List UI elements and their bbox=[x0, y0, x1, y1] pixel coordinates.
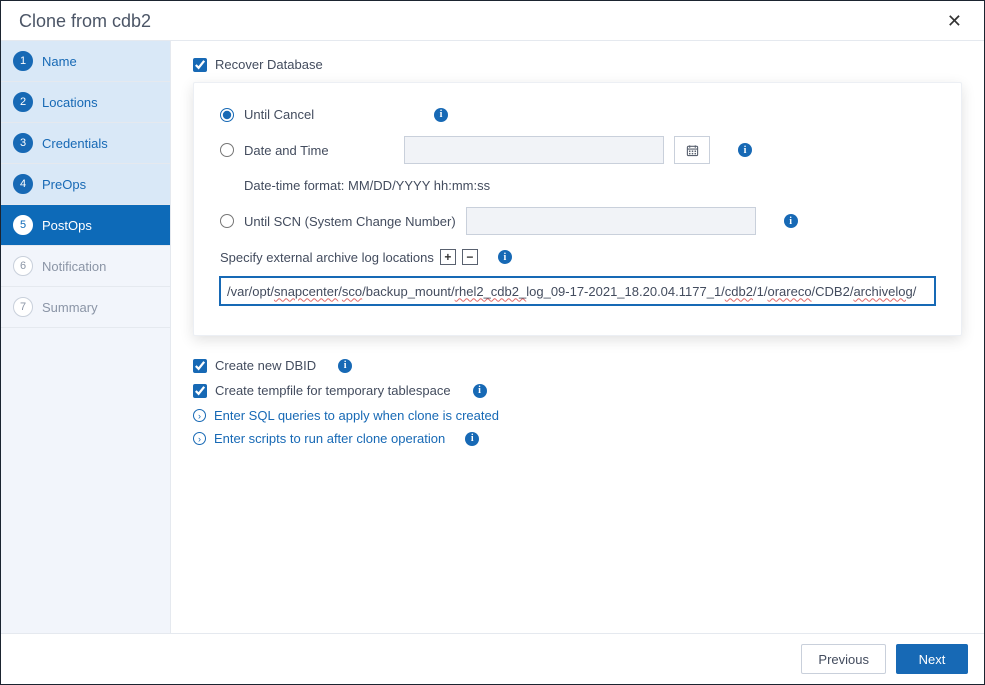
info-icon[interactable] bbox=[473, 384, 487, 398]
step-label: Locations bbox=[42, 95, 98, 110]
scn-input[interactable] bbox=[466, 207, 756, 235]
chevron-right-icon: › bbox=[193, 432, 206, 445]
step-label: Notification bbox=[42, 259, 106, 274]
step-number: 3 bbox=[13, 133, 33, 153]
recover-database-row[interactable]: Recover Database bbox=[193, 57, 962, 72]
archive-path-input[interactable]: /var/opt/snapcenter/sco/backup_mount/rhe… bbox=[220, 277, 935, 305]
step-number: 6 bbox=[13, 256, 33, 276]
step-locations[interactable]: 2 Locations bbox=[1, 82, 170, 123]
minus-icon: − bbox=[466, 251, 473, 263]
scripts-row[interactable]: › Enter scripts to run after clone opera… bbox=[193, 431, 962, 446]
modal-header: Clone from cdb2 ✕ bbox=[1, 1, 984, 41]
new-dbid-checkbox[interactable] bbox=[193, 359, 207, 373]
add-location-button[interactable]: + bbox=[440, 249, 456, 265]
info-icon[interactable] bbox=[498, 250, 512, 264]
recover-database-label: Recover Database bbox=[215, 57, 323, 72]
step-credentials[interactable]: 3 Credentials bbox=[1, 123, 170, 164]
step-content: Recover Database Until Cancel Date and T… bbox=[171, 41, 984, 633]
calendar-icon bbox=[686, 144, 699, 157]
info-icon[interactable] bbox=[434, 108, 448, 122]
step-notification[interactable]: 6 Notification bbox=[1, 246, 170, 287]
until-scn-radio[interactable] bbox=[220, 214, 234, 228]
info-icon[interactable] bbox=[338, 359, 352, 373]
until-cancel-radio[interactable] bbox=[220, 108, 234, 122]
step-preops[interactable]: 4 PreOps bbox=[1, 164, 170, 205]
close-icon: ✕ bbox=[947, 11, 962, 31]
until-scn-row[interactable]: Until SCN (System Change Number) bbox=[220, 207, 935, 235]
until-scn-label: Until SCN (System Change Number) bbox=[244, 214, 456, 229]
info-icon[interactable] bbox=[465, 432, 479, 446]
modal-body: 1 Name 2 Locations 3 Credentials 4 PreOp… bbox=[1, 41, 984, 633]
sql-queries-row[interactable]: › Enter SQL queries to apply when clone … bbox=[193, 408, 962, 423]
clone-wizard-modal: Clone from cdb2 ✕ 1 Name 2 Locations 3 C… bbox=[0, 0, 985, 685]
chevron-right-icon: › bbox=[193, 409, 206, 422]
step-label: PreOps bbox=[42, 177, 86, 192]
step-postops[interactable]: 5 PostOps bbox=[1, 205, 170, 246]
tempfile-label: Create tempfile for temporary tablespace bbox=[215, 383, 451, 398]
step-label: PostOps bbox=[42, 218, 92, 233]
scripts-link[interactable]: Enter scripts to run after clone operati… bbox=[214, 431, 445, 446]
tempfile-checkbox[interactable] bbox=[193, 384, 207, 398]
recover-card: Until Cancel Date and Time Date-time for… bbox=[193, 82, 962, 336]
step-number: 7 bbox=[13, 297, 33, 317]
step-name[interactable]: 1 Name bbox=[1, 41, 170, 82]
until-cancel-label: Until Cancel bbox=[244, 107, 394, 122]
until-cancel-row[interactable]: Until Cancel bbox=[220, 107, 935, 122]
modal-footer: Previous Next bbox=[1, 633, 984, 684]
recover-database-checkbox[interactable] bbox=[193, 58, 207, 72]
step-label: Summary bbox=[42, 300, 98, 315]
date-format-hint: Date-time format: MM/DD/YYYY hh:mm:ss bbox=[244, 178, 935, 193]
step-number: 2 bbox=[13, 92, 33, 112]
step-number: 1 bbox=[13, 51, 33, 71]
next-button[interactable]: Next bbox=[896, 644, 968, 674]
previous-button[interactable]: Previous bbox=[801, 644, 886, 674]
sql-queries-link[interactable]: Enter SQL queries to apply when clone is… bbox=[214, 408, 499, 423]
remove-location-button[interactable]: − bbox=[462, 249, 478, 265]
tempfile-row[interactable]: Create tempfile for temporary tablespace bbox=[193, 383, 962, 398]
step-number: 5 bbox=[13, 215, 33, 235]
date-time-row[interactable]: Date and Time bbox=[220, 136, 935, 164]
new-dbid-row[interactable]: Create new DBID bbox=[193, 358, 962, 373]
modal-title: Clone from cdb2 bbox=[19, 11, 151, 32]
step-label: Name bbox=[42, 54, 77, 69]
date-time-input[interactable] bbox=[404, 136, 664, 164]
info-icon[interactable] bbox=[738, 143, 752, 157]
date-time-radio[interactable] bbox=[220, 143, 234, 157]
close-button[interactable]: ✕ bbox=[943, 11, 966, 32]
step-summary[interactable]: 7 Summary bbox=[1, 287, 170, 328]
info-icon[interactable] bbox=[784, 214, 798, 228]
date-time-label: Date and Time bbox=[244, 143, 394, 158]
calendar-button[interactable] bbox=[674, 136, 710, 164]
step-label: Credentials bbox=[42, 136, 108, 151]
step-number: 4 bbox=[13, 174, 33, 194]
archive-label: Specify external archive log locations bbox=[220, 250, 434, 265]
new-dbid-label: Create new DBID bbox=[215, 358, 316, 373]
plus-icon: + bbox=[444, 251, 451, 263]
wizard-sidebar: 1 Name 2 Locations 3 Credentials 4 PreOp… bbox=[1, 41, 171, 633]
archive-label-row: Specify external archive log locations +… bbox=[220, 249, 935, 265]
